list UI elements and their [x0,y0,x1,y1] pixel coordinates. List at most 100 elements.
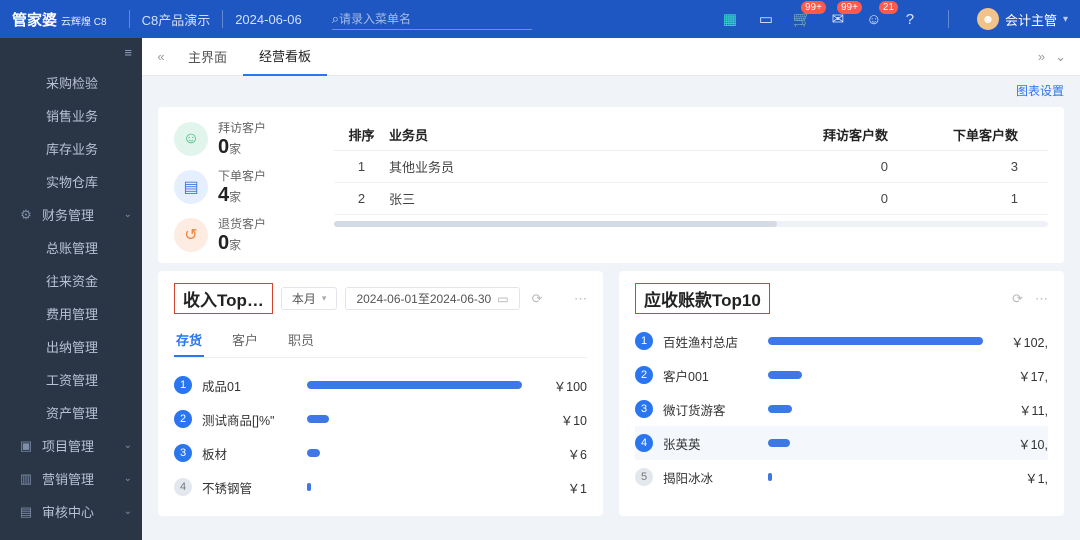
sidebar-item-label: 销售业务 [46,106,98,125]
user-icon[interactable]: ☺21 [864,9,884,29]
date-range[interactable]: 2024-06-01至2024-06-30▭ [345,287,519,310]
stat-value: 4家 [218,184,266,207]
user-menu[interactable]: ☻ 会计主管 ▾ [977,8,1068,30]
sidebar-item-label: 采购检验 [46,73,98,92]
rank-name: 成品01 [202,376,297,395]
refresh-icon[interactable]: ⟳ [1012,291,1023,307]
rank-row: 3 板材 ￥6 [174,436,587,470]
tab-prev-icon[interactable]: « [150,49,172,64]
rank-num: 3 [635,400,653,418]
brand-sub: 云辉煌 C8 [61,13,107,28]
cell-visit: 0 [788,159,918,174]
stat-icon: ↺ [174,218,208,252]
header-date: 2024-06-06 [235,12,302,27]
nav-icon: ▤ [18,504,34,520]
rank-value: ￥102, [993,332,1048,351]
rank-row: 5 揭阳冰冰 ￥1, [635,460,1048,494]
table-scrollbar[interactable] [334,221,1048,227]
sidebar-item-label: 资产管理 [46,403,98,422]
search-input[interactable] [339,12,509,26]
sidebar-collapse[interactable]: ≡ [0,38,142,66]
rank-num: 1 [174,376,192,394]
more-icon[interactable]: ⋯ [1035,291,1048,307]
sidebar-item-label: 总账管理 [46,238,98,257]
cart-icon[interactable]: 🛒99+ [792,9,812,29]
menu-search[interactable]: ⌕ [332,9,532,30]
rank-value: ￥100 [532,376,587,395]
sidebar-item[interactable]: 往来资金 [0,264,142,297]
more-icon[interactable]: ⋯ [574,291,587,307]
rank-name: 揭阳冰冰 [663,468,758,487]
overview-panel: ☺ 拜访客户 0家 ▤ 下单客户 4家 ↺ 退货客户 0家 排序 业务员 拜访客… [158,107,1064,263]
sidebar-item-label: 费用管理 [46,304,98,323]
stat-label: 退货客户 [218,215,266,232]
rank-value: ￥10 [532,410,587,429]
subtab[interactable]: 职员 [286,324,316,357]
sidebar-group[interactable]: ▥营销管理⌄ [0,462,142,495]
stat-item: ☺ 拜访客户 0家 [174,119,314,159]
message-icon[interactable]: ✉99+ [828,9,848,29]
refresh-icon[interactable]: ⟳ [532,291,543,307]
tab-next-icon[interactable]: » [1038,49,1045,65]
table-row: 2 张三 0 1 [334,183,1048,215]
sidebar-item[interactable]: 资产管理 [0,396,142,429]
user-name: 会计主管 [1005,10,1057,29]
period-select[interactable]: 本月▾ [281,287,338,310]
topbar: 管家婆 云辉煌 C8 C8产品演示 2024-06-06 ⌕ ▦ ▭ 🛒99+ … [0,0,1080,38]
divider [222,10,223,28]
chevron-down-icon: ⌄ [124,473,132,484]
sidebar-group[interactable]: ⚙财务管理⌄ [0,198,142,231]
income-card: 收入Top… 本月▾ 2024-06-01至2024-06-30▭ ⟳ ⋯ 存货… [158,271,603,516]
chart-settings-link[interactable]: 图表设置 [1016,84,1064,98]
tab-more-icon[interactable]: ⌄ [1055,49,1066,65]
nav-icon: ▥ [18,471,34,487]
rank-row: 1 成品01 ￥100 [174,368,587,402]
stat-label: 拜访客户 [218,119,266,136]
badge: 99+ [837,1,862,14]
sidebar-group[interactable]: ▣项目管理⌄ [0,429,142,462]
sidebar-item-label: 项目管理 [42,436,94,455]
stat-value: 0家 [218,232,266,255]
calendar-icon: ▭ [497,292,508,306]
tab[interactable]: 主界面 [172,38,243,76]
sidebar-item[interactable]: 工资管理 [0,363,142,396]
col-visit: 拜访客户数 [788,125,918,144]
sidebar-item[interactable]: 采购检验 [0,66,142,99]
rank-value: ￥10, [993,434,1048,453]
tab[interactable]: 经营看板 [243,38,327,76]
rank-bar [307,483,522,491]
rank-bar [307,415,522,423]
sidebar-item[interactable]: 库存业务 [0,132,142,165]
subtab[interactable]: 客户 [230,324,260,357]
chevron-down-icon: ⌄ [124,440,132,451]
topbar-actions: ▦ ▭ 🛒99+ ✉99+ ☺21 ? ☻ 会计主管 ▾ [720,8,1068,30]
sidebar-item[interactable]: 实物仓库 [0,165,142,198]
rank-num: 5 [635,468,653,486]
sidebar-item[interactable]: 销售业务 [0,99,142,132]
rank-row: 2 客户001 ￥17, [635,358,1048,392]
sidebar-group[interactable]: ▤审核中心⌄ [0,495,142,528]
sidebar-item[interactable]: 出纳管理 [0,330,142,363]
sidebar-item[interactable]: 总账管理 [0,231,142,264]
news-icon[interactable]: ▦ [720,9,740,29]
help-icon[interactable]: ? [900,9,920,29]
chart-settings-row: 图表设置 [142,76,1080,99]
cell-idx: 2 [334,191,389,206]
stat-item: ▤ 下单客户 4家 [174,167,314,207]
cell-visit: 0 [788,191,918,206]
cell-idx: 1 [334,159,389,174]
sidebar-item[interactable]: 费用管理 [0,297,142,330]
col-name: 业务员 [389,125,788,144]
rank-bar [768,371,983,379]
calendar-icon[interactable]: ▭ [756,9,776,29]
divider [129,10,130,28]
stat-icon: ▤ [174,170,208,204]
stat-icon: ☺ [174,122,208,156]
col-idx: 排序 [334,125,389,144]
subtab[interactable]: 存货 [174,324,204,357]
cell-order: 3 [918,159,1048,174]
sidebar-item-label: 出纳管理 [46,337,98,356]
rank-row: 1 百姓渔村总店 ￥102, [635,324,1048,358]
staff-table: 排序 业务员 拜访客户数 下单客户数 1 其他业务员 0 3 2 张三 0 1 [334,119,1048,255]
rank-name: 测试商品[]%" [202,410,297,429]
